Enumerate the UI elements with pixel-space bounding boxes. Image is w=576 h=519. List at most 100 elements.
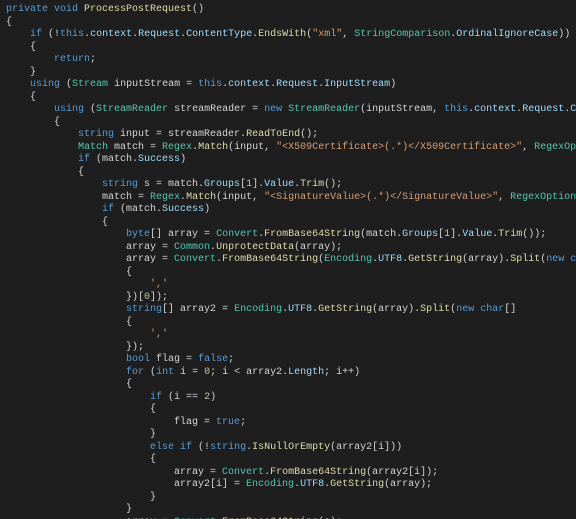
token-prop: InputStream — [324, 79, 390, 90]
token-method: GetString — [330, 479, 384, 490]
token-prop: UTF8 — [378, 254, 402, 265]
token-pn: { — [6, 42, 36, 53]
code-line: string[] array2 = Encoding.UTF8.GetStrin… — [6, 304, 576, 317]
token-pn: { — [6, 267, 132, 278]
token-type: Common — [174, 242, 210, 253]
token-method: Trim — [300, 179, 324, 190]
token-pn: flag = — [6, 417, 216, 428]
token-pn: (inputStream, — [360, 104, 444, 115]
token-pn: flag = — [156, 354, 198, 365]
token-prop: context — [90, 29, 132, 40]
token-kw: this — [60, 29, 84, 40]
token-kw: bool — [126, 354, 156, 365]
token-type: Convert — [216, 229, 258, 240]
token-pn: { — [6, 379, 132, 390]
token-method: Match — [186, 192, 216, 203]
code-line: Match match = Regex.Match(input, "<X509C… — [6, 142, 576, 155]
token-pn: ) — [390, 79, 396, 90]
token-type: RegexOptions — [510, 192, 576, 203]
token-kw: else if — [150, 442, 198, 453]
code-line: })[0]); — [6, 292, 576, 305]
code-line: if (!this.context.Request.ContentType.En… — [6, 29, 576, 42]
token-pn: match = — [6, 192, 150, 203]
code-line: { — [6, 42, 576, 55]
token-pn: ]. — [252, 179, 264, 190]
token-kw: string — [102, 179, 144, 190]
token-prop: Length — [288, 367, 324, 378]
token-kw: return — [54, 54, 90, 65]
code-line: match = Regex.Match(input, "<SignatureVa… — [6, 192, 576, 205]
token-pn: , — [522, 142, 534, 153]
code-block: private void ProcessPostRequest(){ if (!… — [0, 0, 576, 519]
token-type: Convert — [222, 467, 264, 478]
token-method: Split — [420, 304, 450, 315]
token-pn — [6, 54, 54, 65]
token-str: "<X509Certificate>(.*)</X509Certificate>… — [276, 142, 522, 153]
token-pn: ; i++) — [324, 367, 360, 378]
token-prop: UTF8 — [300, 479, 324, 490]
token-pn: } — [6, 429, 156, 440]
token-method: EndsWith — [258, 29, 306, 40]
token-pn: (array). — [372, 304, 420, 315]
token-pn: input = streamReader. — [120, 129, 246, 140]
token-kw: if — [30, 29, 48, 40]
token-method: FromBase64String — [222, 254, 318, 265]
token-kw: using — [54, 104, 90, 115]
code-line: { — [6, 317, 576, 330]
token-method: FromBase64String — [264, 229, 360, 240]
token-kw: new — [264, 104, 288, 115]
token-pn — [6, 442, 150, 453]
code-line: array = Common.UnprotectData(array); — [6, 242, 576, 255]
token-type: Convert — [174, 254, 216, 265]
token-type: StreamReader — [96, 104, 174, 115]
code-line: if (match.Success) — [6, 154, 576, 167]
token-pn: (input, — [228, 142, 276, 153]
token-prop: UTF8 — [288, 304, 312, 315]
token-pn: [] array = — [150, 229, 216, 240]
token-pn: [] — [504, 304, 516, 315]
token-type: Encoding — [324, 254, 372, 265]
token-method: ProcessPostRequest — [84, 4, 192, 15]
token-prop: ContentType — [186, 29, 252, 40]
token-pn: (array); — [294, 242, 342, 253]
code-line: { — [6, 167, 576, 180]
token-pn: array = — [6, 242, 174, 253]
token-kw: for — [126, 367, 150, 378]
token-pn: ; i < array2. — [210, 367, 288, 378]
token-pn: }); — [6, 342, 144, 353]
token-pn: (array). — [462, 254, 510, 265]
token-pn: (array2[i])) — [330, 442, 402, 453]
token-kw: string — [210, 442, 246, 453]
token-kw: string — [78, 129, 120, 140]
code-line: } — [6, 504, 576, 517]
token-prop: Success — [138, 154, 180, 165]
token-method: UnprotectData — [216, 242, 294, 253]
token-pn: array = — [6, 254, 174, 265]
code-line: { — [6, 267, 576, 280]
token-method: Match — [198, 142, 228, 153]
code-line: { — [6, 404, 576, 417]
token-kw: using — [30, 79, 66, 90]
token-pn: (input, — [216, 192, 264, 203]
token-prop: Success — [162, 204, 204, 215]
code-line: ',' — [6, 329, 576, 342]
token-kw: new char — [546, 254, 576, 265]
token-pn: () — [192, 4, 204, 15]
token-pn: s = match. — [144, 179, 204, 190]
code-line: { — [6, 92, 576, 105]
token-type: RegexOptions — [534, 142, 576, 153]
code-line: } — [6, 492, 576, 505]
code-line: ',' — [6, 279, 576, 292]
token-pn: i = — [180, 367, 204, 378]
code-line: { — [6, 117, 576, 130]
token-method: GetString — [318, 304, 372, 315]
token-kw: this — [444, 104, 468, 115]
token-prop: context — [474, 104, 516, 115]
token-pn — [6, 129, 78, 140]
token-kw: int — [156, 367, 180, 378]
token-pn: (); — [324, 179, 342, 190]
token-type: StringComparison — [354, 29, 450, 40]
token-pn: ]. — [450, 229, 462, 240]
token-prop: Request — [276, 79, 318, 90]
token-pn: (match. — [96, 154, 138, 165]
